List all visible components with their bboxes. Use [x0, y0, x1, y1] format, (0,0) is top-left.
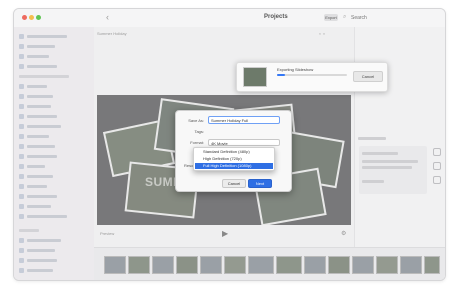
sidebar-item[interactable] [19, 237, 61, 243]
music-icon[interactable] [433, 162, 441, 170]
sidebar-item[interactable] [19, 93, 53, 99]
filmstrip-thumbnail[interactable] [328, 256, 350, 274]
dialog-cancel-button[interactable]: Cancel [222, 179, 246, 188]
sidebar-item[interactable] [19, 203, 51, 209]
sidebar-item[interactable] [19, 163, 45, 169]
sidebar-item[interactable] [19, 193, 57, 199]
sidebar-item[interactable] [19, 257, 57, 263]
filmstrip-thumbnail[interactable] [200, 256, 222, 274]
inspector-heading [358, 137, 386, 140]
tags-label: Tags: [194, 129, 204, 134]
back-chevron-icon[interactable]: ‹ [106, 12, 109, 22]
zoom-window-button[interactable] [36, 15, 41, 20]
filmstrip-thumbnail[interactable] [424, 256, 440, 274]
filmstrip-thumbnail[interactable] [128, 256, 150, 274]
sidebar-item[interactable] [19, 133, 49, 139]
sidebar-item[interactable] [19, 143, 55, 149]
preview-label: Preview [100, 231, 115, 236]
save-as-field[interactable] [208, 116, 280, 124]
filmstrip-thumbnail[interactable] [304, 256, 326, 274]
project-header-label: Summer Holiday [97, 31, 127, 36]
resolution-option[interactable]: Standard Definition (480p) [195, 149, 273, 155]
play-icon[interactable]: ▶ [222, 229, 228, 238]
filmstrip-thumbnail[interactable] [104, 256, 126, 274]
duration-icon[interactable] [433, 176, 441, 184]
gear-icon[interactable]: ⚙ [341, 230, 346, 237]
window-title: Projects [264, 14, 288, 20]
resolution-option[interactable]: Full High Definition (1080p) [195, 163, 273, 169]
search-icon: ⌕ [343, 14, 347, 20]
header-controls[interactable]: ◐ ◑ [319, 31, 325, 36]
close-window-button[interactable] [22, 15, 27, 20]
export-progress-bar [277, 74, 347, 76]
sidebar-item[interactable] [19, 267, 53, 273]
sidebar-item[interactable] [19, 33, 67, 39]
playback-bar: Preview ▶ ⚙ [97, 229, 351, 241]
sidebar-item[interactable] [19, 113, 57, 119]
filmstrip-thumbnail[interactable] [352, 256, 374, 274]
sidebar-item[interactable] [19, 83, 47, 89]
inspector-card [359, 146, 427, 194]
format-label: Format: [190, 140, 204, 145]
filmstrip-thumbnail[interactable] [376, 256, 398, 274]
resolution-option[interactable]: High Definition (720p) [195, 156, 273, 162]
save-as-label: Save As: [188, 118, 204, 123]
sidebar-item[interactable] [19, 247, 55, 253]
filmstrip [94, 247, 445, 280]
filmstrip-thumbnail[interactable] [248, 256, 274, 274]
sidebar [14, 27, 95, 280]
sidebar-item[interactable] [19, 183, 47, 189]
format-select[interactable]: 4K Movie [208, 139, 280, 146]
theme-icon[interactable] [433, 148, 441, 156]
sidebar-section [19, 73, 69, 79]
dialog-next-button[interactable]: Next [248, 179, 272, 188]
export-cancel-button[interactable]: Cancel [353, 71, 383, 82]
search-input[interactable] [351, 13, 411, 22]
resolution-dropdown-menu: Standard Definition (480p) High Definiti… [193, 147, 275, 171]
filmstrip-thumbnail[interactable] [176, 256, 198, 274]
filmstrip-thumbnail[interactable] [152, 256, 174, 274]
sidebar-item[interactable] [19, 153, 57, 159]
filmstrip-thumbnail[interactable] [276, 256, 302, 274]
sidebar-item[interactable] [19, 103, 51, 109]
filmstrip-thumbnail[interactable] [400, 256, 422, 274]
export-progress-label: Exporting Slideshow [277, 67, 314, 72]
filmstrip-thumbnail[interactable] [224, 256, 246, 274]
sidebar-section [19, 227, 39, 233]
format-select-value: 4K Movie [211, 141, 228, 146]
export-thumbnail [243, 67, 267, 87]
sidebar-item[interactable] [19, 123, 61, 129]
minimize-window-button[interactable] [29, 15, 34, 20]
sidebar-item[interactable] [19, 43, 55, 49]
sidebar-item[interactable] [19, 213, 67, 219]
export-progress-fill [277, 74, 286, 76]
export-toolbar-button[interactable]: Export [324, 14, 338, 21]
tags-field[interactable] [208, 128, 280, 134]
sidebar-item[interactable] [19, 173, 53, 179]
sidebar-item[interactable] [19, 53, 49, 59]
title-bar: ‹ Projects Export ⌕ [14, 9, 445, 28]
sidebar-item[interactable] [19, 63, 57, 69]
export-progress-popup: Exporting Slideshow Cancel [236, 62, 388, 92]
